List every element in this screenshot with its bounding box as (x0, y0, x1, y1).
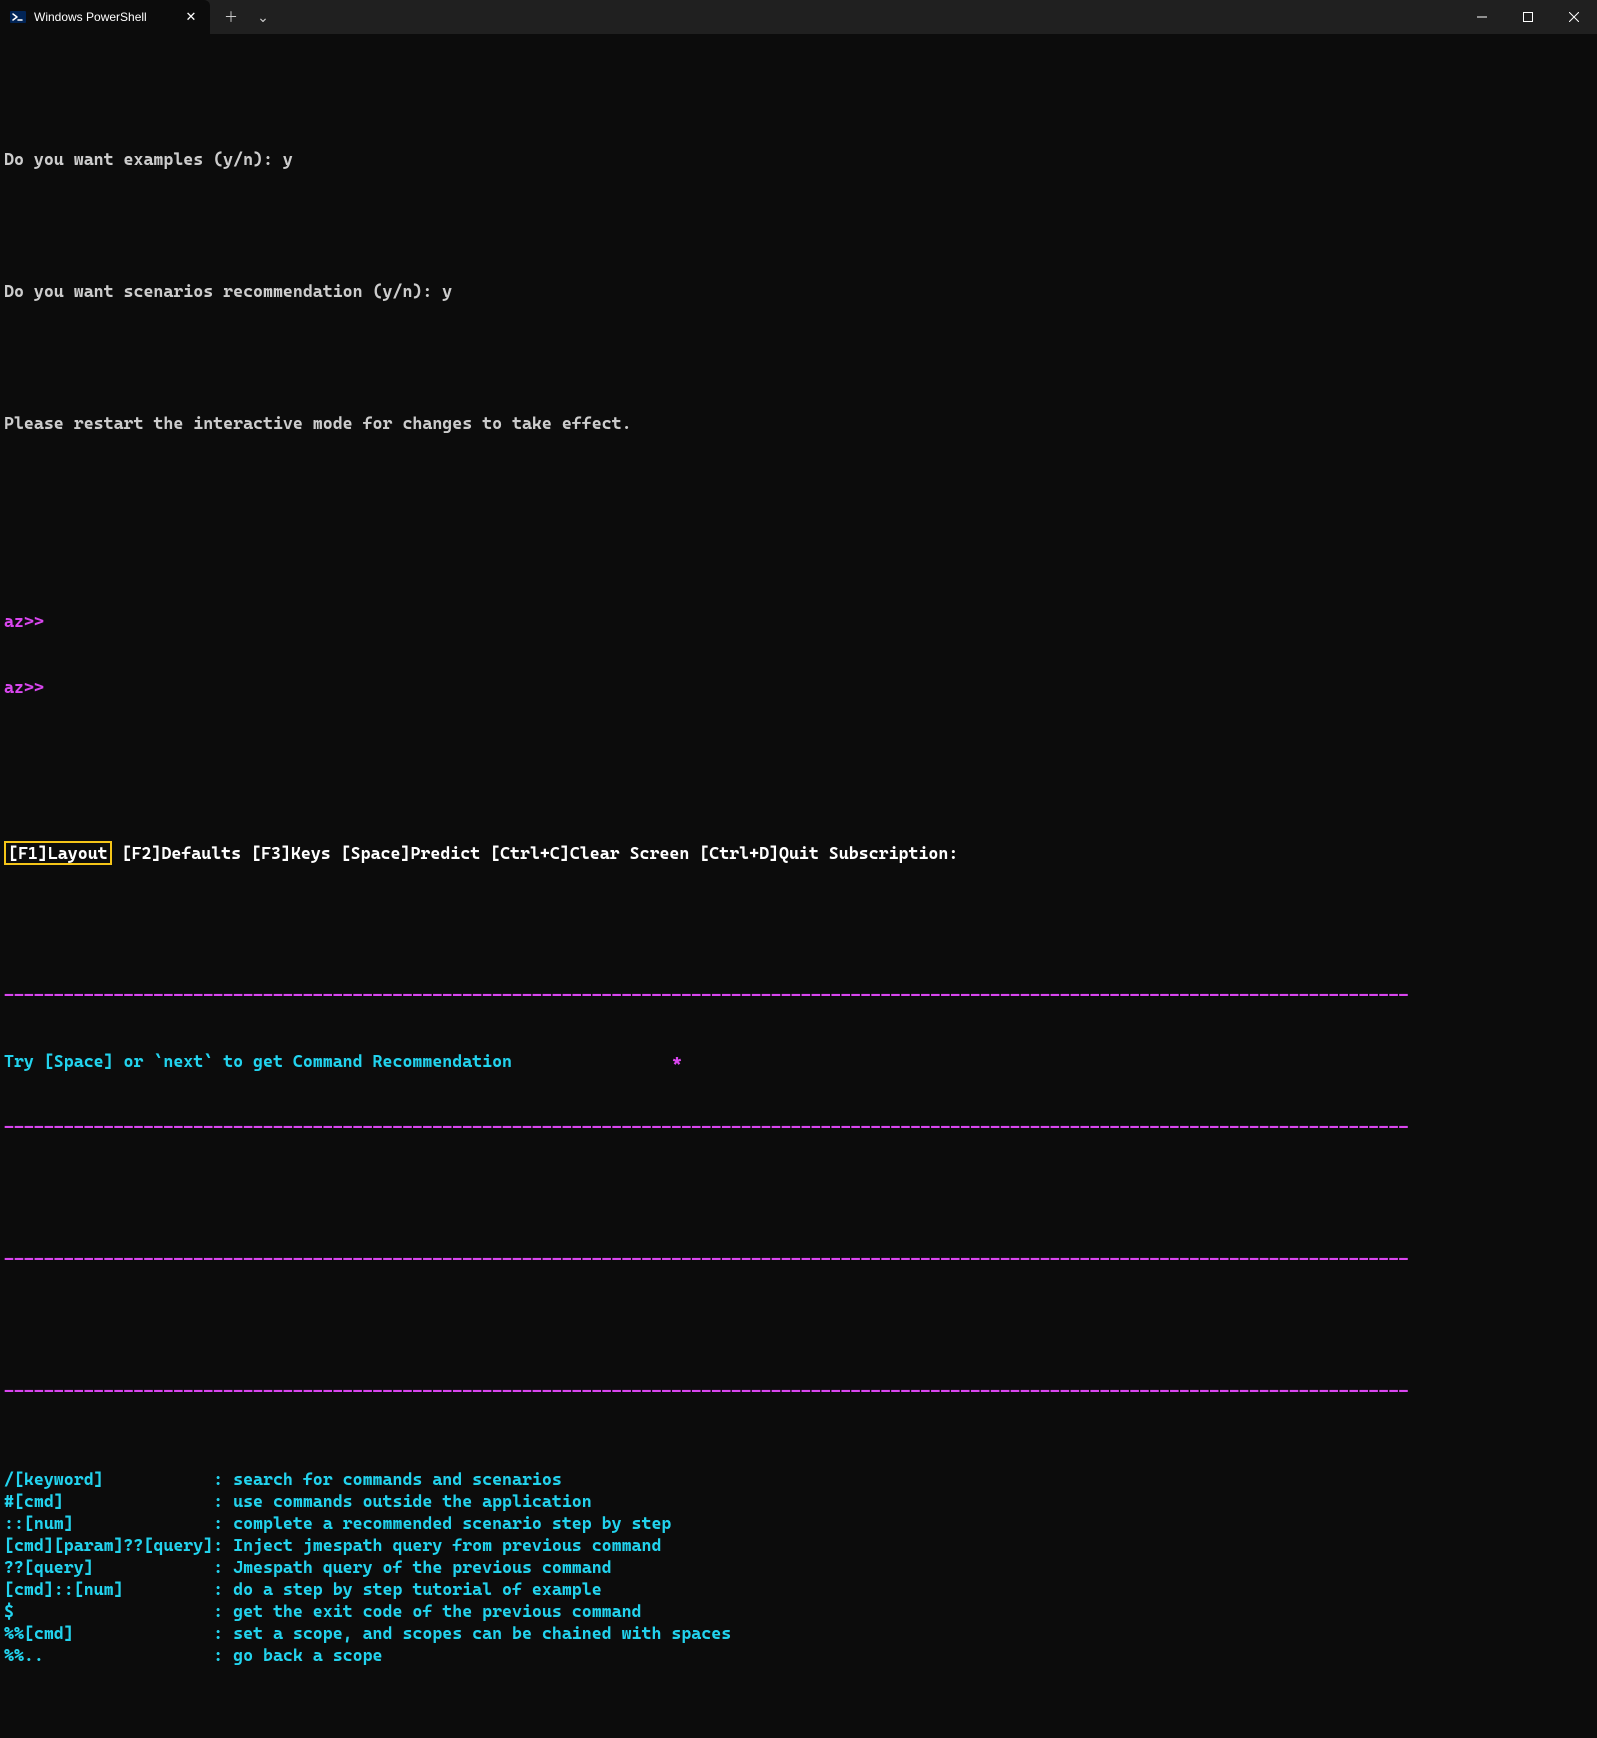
help-row: ::[num] : complete a recommended scenari… (4, 1512, 1593, 1534)
minimize-button[interactable] (1459, 0, 1505, 34)
help-row: ??[query] : Jmespath query of the previo… (4, 1556, 1593, 1578)
divider-line: ----------------------------------------… (4, 1248, 1593, 1270)
titlebar-drag-area[interactable] (278, 0, 1459, 34)
divider-line: ----------------------------------------… (4, 1380, 1593, 1402)
new-tab-button[interactable]: ＋ (216, 2, 246, 32)
output-line: Do you want examples (y/n): y (4, 148, 1593, 170)
prompt-line: az>> (4, 676, 1593, 698)
help-row: #[cmd] : use commands outside the applic… (4, 1490, 1593, 1512)
prompt-line: az>> (4, 610, 1593, 632)
tab-title: Windows PowerShell (34, 6, 174, 28)
output-line (4, 346, 1593, 368)
maximize-button[interactable] (1505, 0, 1551, 34)
titlebar: Windows PowerShell ✕ ＋ ⌄ (0, 0, 1597, 34)
help-row: /[keyword] : search for commands and sce… (4, 1468, 1593, 1490)
recommendation-text: Try [Space] or `next` to get Command Rec… (4, 1050, 512, 1072)
tab-powershell[interactable]: Windows PowerShell ✕ (0, 0, 210, 34)
help-row: [cmd][param]??[query]: Inject jmespath q… (4, 1534, 1593, 1556)
tab-actions: ＋ ⌄ (210, 0, 278, 34)
divider-line: ----------------------------------------… (4, 1116, 1593, 1138)
blank-line (4, 1182, 1593, 1204)
recommendation-panel: ----------------------------------------… (4, 940, 1593, 1710)
output-line (4, 544, 1593, 566)
help-row: [cmd]::[num] : do a step by step tutoria… (4, 1578, 1593, 1600)
status-f1-layout[interactable]: [F1]Layout (4, 841, 112, 865)
output-line (4, 214, 1593, 236)
output-line (4, 478, 1593, 500)
close-button[interactable] (1551, 0, 1597, 34)
help-commands: /[keyword] : search for commands and sce… (4, 1468, 1593, 1666)
divider-line: ----------------------------------------… (4, 984, 1593, 1006)
help-row: %%[cmd] : set a scope, and scopes can be… (4, 1622, 1593, 1644)
tab-dropdown-button[interactable]: ⌄ (248, 2, 278, 32)
recommendation-line: Try [Space] or `next` to get Command Rec… (4, 1050, 1593, 1072)
output-line (4, 82, 1593, 104)
terminal-output[interactable]: Do you want examples (y/n): y Do you wan… (0, 34, 1597, 869)
blank-line (4, 1314, 1593, 1336)
status-bar: [F1]Layout [F2]Defaults [F3]Keys [Space]… (4, 841, 1593, 865)
output-line: Please restart the interactive mode for … (4, 412, 1593, 434)
status-rest: [F2]Defaults [F3]Keys [Space]Predict [Ct… (112, 843, 959, 863)
output-line: Do you want scenarios recommendation (y/… (4, 280, 1593, 302)
window-controls (1459, 0, 1597, 34)
help-row: %%.. : go back a scope (4, 1644, 1593, 1666)
powershell-icon (10, 9, 26, 25)
help-row: $ : get the exit code of the previous co… (4, 1600, 1593, 1622)
tab-close-button[interactable]: ✕ (182, 8, 200, 26)
recommendation-star: * (672, 1050, 682, 1072)
